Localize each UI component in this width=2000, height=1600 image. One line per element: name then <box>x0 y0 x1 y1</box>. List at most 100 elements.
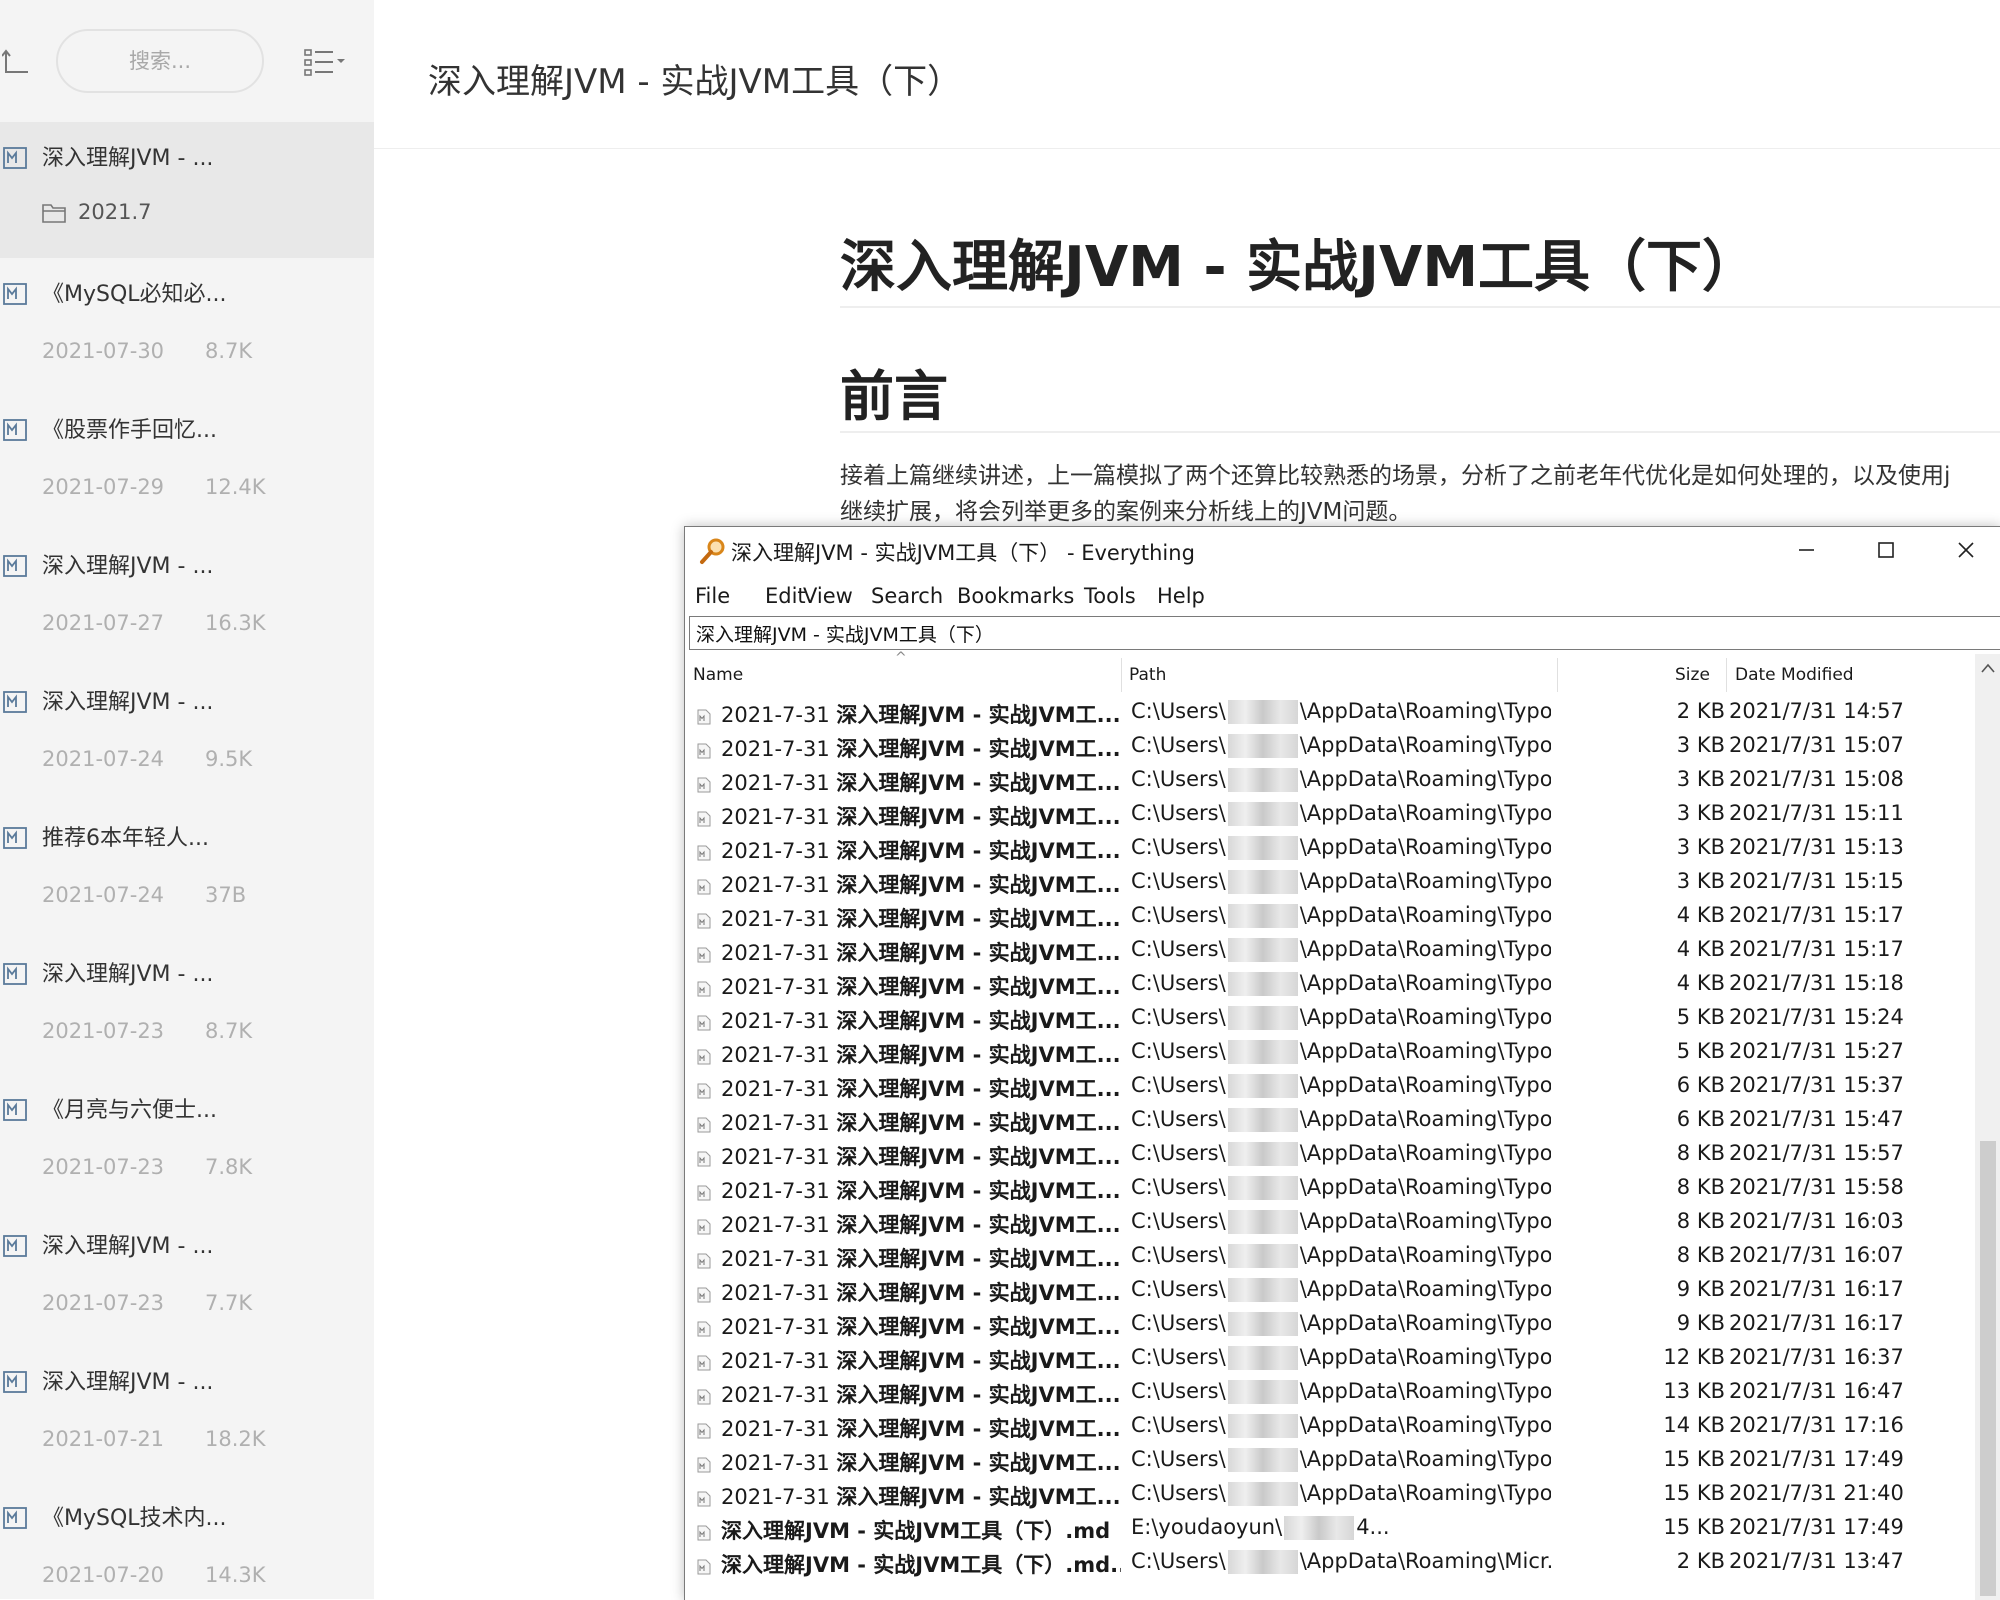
table-row[interactable]: 2021-7-31 深入理解JVM - 实战JVM工... C:\Users\ \A… <box>685 832 1975 866</box>
column-separator[interactable] <box>1726 658 1727 692</box>
go-up-icon[interactable] <box>1 46 30 76</box>
path-suffix: \AppData\Roaming\Typo... <box>1299 1073 1551 1097</box>
table-row[interactable]: 2021-7-31 深入理解JVM - 实战JVM工... C:\Users\ \A… <box>685 1172 1975 1206</box>
file-item[interactable]: 《月亮与六便士... 2021-07-23 7.8K <box>0 1074 374 1210</box>
table-row[interactable]: 2021-7-31 深入理解JVM - 实战JVM工... C:\Users\ \A… <box>685 1274 1975 1308</box>
path-suffix: \AppData\Roaming\Typo... <box>1299 733 1551 757</box>
scrollbar-thumb[interactable] <box>1980 1141 1996 1596</box>
table-row[interactable]: 2021-7-31 深入理解JVM - 实战JVM工... C:\Users\ \A… <box>685 1070 1975 1104</box>
file-item[interactable]: 深入理解JVM - ... 2021-07-27 16.3K <box>0 530 374 666</box>
path-suffix: \AppData\Roaming\Typo... <box>1299 1175 1551 1199</box>
name-match: 深入理解JVM - 实战JVM工... <box>836 1451 1121 1475</box>
table-row[interactable]: 2021-7-31 深入理解JVM - 实战JVM工... C:\Users\ \A… <box>685 1104 1975 1138</box>
menu-search[interactable]: Search <box>871 578 943 614</box>
column-path[interactable]: Path <box>1129 654 1166 696</box>
table-row[interactable]: 2021-7-31 深入理解JVM - 实战JVM工... C:\Users\ \A… <box>685 1036 1975 1070</box>
minimize-button[interactable] <box>1781 533 1831 567</box>
result-date: 2021/7/31 17:49 <box>1729 1515 1904 1539</box>
paragraph-line: 接着上篇继续讲述，上一篇模拟了两个还算比较熟悉的场景，分析了之前老年代优化是如何… <box>840 463 1951 489</box>
table-row[interactable]: 2021-7-31 深入理解JVM - 实战JVM工... C:\Users\ \A… <box>685 1240 1975 1274</box>
table-row[interactable]: 2021-7-31 深入理解JVM - 实战JVM工... C:\Users\ \A… <box>685 1342 1975 1376</box>
menu-help[interactable]: Help <box>1157 578 1205 614</box>
table-row[interactable]: 2021-7-31 深入理解JVM - 实战JVM工... C:\Users\ \A… <box>685 730 1975 764</box>
scroll-up-icon[interactable] <box>1975 654 2000 684</box>
table-row[interactable]: 2021-7-31 深入理解JVM - 实战JVM工... C:\Users\ \A… <box>685 968 1975 1002</box>
table-row[interactable]: 2021-7-31 深入理解JVM - 实战JVM工... C:\Users\ \A… <box>685 866 1975 900</box>
name-match: 深入理解JVM - 实战JVM工... <box>836 1247 1121 1271</box>
table-row[interactable]: 2021-7-31 深入理解JVM - 实战JVM工... C:\Users\ \A… <box>685 696 1975 730</box>
redacted-block <box>1227 972 1298 996</box>
menu-file[interactable]: File <box>695 578 730 614</box>
maximize-button[interactable] <box>1861 533 1911 567</box>
file-item[interactable]: 深入理解JVM - ... 2021-07-24 9.5K <box>0 666 374 802</box>
file-title: 《月亮与六便士... <box>42 1098 217 1123</box>
markdown-file-icon <box>3 418 27 442</box>
name-prefix: 2021-7-31 <box>721 975 837 999</box>
redacted-block <box>1227 1108 1298 1132</box>
table-row[interactable]: 2021-7-31 深入理解JVM - 实战JVM工... C:\Users\ \A… <box>685 1444 1975 1478</box>
path-suffix: \AppData\Roaming\Typo... <box>1299 835 1551 859</box>
path-suffix: \AppData\Roaming\Typo... <box>1299 1243 1551 1267</box>
path-prefix: C:\Users\ <box>1131 1447 1226 1471</box>
result-size: 4 KB <box>1676 903 1725 927</box>
name-match: 深入理解JVM - 实战JVM工... <box>836 1111 1121 1135</box>
document-heading-2[interactable]: 前言 <box>840 352 948 431</box>
result-size: 2 KB <box>1676 1549 1725 1573</box>
path-suffix: 4... <box>1356 1515 1390 1539</box>
table-row[interactable]: 2021-7-31 深入理解JVM - 实战JVM工... C:\Users\ \A… <box>685 1206 1975 1240</box>
column-separator[interactable] <box>1557 658 1558 692</box>
table-row[interactable]: 2021-7-31 深入理解JVM - 实战JVM工... C:\Users\ \A… <box>685 764 1975 798</box>
menu-tools[interactable]: Tools <box>1084 578 1136 614</box>
column-separator[interactable] <box>1121 658 1122 692</box>
path-suffix: \AppData\Roaming\Typo... <box>1299 1413 1551 1437</box>
sort-ascending-icon: ^ <box>895 650 907 666</box>
table-row[interactable]: 深入理解JVM - 实战JVM工具（下）.md.... C:\Users\ \App… <box>685 1546 1975 1580</box>
name-prefix: 2021-7-31 <box>721 703 837 727</box>
list-view-icon[interactable] <box>303 46 347 78</box>
close-button[interactable] <box>1941 533 1991 567</box>
search-input[interactable] <box>56 29 264 93</box>
result-date: 2021/7/31 21:40 <box>1729 1481 1904 1505</box>
name-prefix: 2021-7-31 <box>721 1383 837 1407</box>
table-row[interactable]: 2021-7-31 深入理解JVM - 实战JVM工... C:\Users\ \A… <box>685 1002 1975 1036</box>
menu-edit[interactable]: Edit <box>765 578 806 614</box>
redacted-block <box>1227 1312 1298 1336</box>
file-item[interactable]: 深入理解JVM - ... 2021-07-23 7.7K <box>0 1210 374 1346</box>
vertical-scrollbar[interactable] <box>1975 654 2000 1600</box>
table-row[interactable]: 2021-7-31 深入理解JVM - 实战JVM工... C:\Users\ \A… <box>685 934 1975 968</box>
path-suffix: \AppData\Roaming\Typo... <box>1299 1379 1551 1403</box>
result-path: C:\Users\ \AppData\Roaming\Typo... <box>1131 903 1551 928</box>
table-row[interactable]: 2021-7-31 深入理解JVM - 实战JVM工... C:\Users\ \A… <box>685 1138 1975 1172</box>
result-path: C:\Users\ \AppData\Roaming\Typo... <box>1131 801 1551 826</box>
table-row[interactable]: 2021-7-31 深入理解JVM - 实战JVM工... C:\Users\ \A… <box>685 1376 1975 1410</box>
search-input[interactable] <box>689 616 2000 650</box>
file-item[interactable]: 《MySQL必知必... 2021-07-30 8.7K <box>0 258 374 394</box>
menu-view[interactable]: View <box>803 578 853 614</box>
file-item[interactable]: 《MySQL技术内... 2021-07-20 14.3K <box>0 1482 374 1599</box>
file-item[interactable]: 《股票作手回忆... 2021-07-29 12.4K <box>0 394 374 530</box>
table-row[interactable]: 2021-7-31 深入理解JVM - 实战JVM工... C:\Users\ \A… <box>685 1308 1975 1342</box>
file-size: 12.4K <box>205 475 266 499</box>
result-name: 2021-7-31 深入理解JVM - 实战JVM工... <box>721 903 1121 933</box>
column-date-modified[interactable]: Date Modified <box>1735 654 1854 696</box>
path-suffix: \AppData\Roaming\Typo... <box>1299 971 1551 995</box>
table-row[interactable]: 2021-7-31 深入理解JVM - 实战JVM工... C:\Users\ \A… <box>685 1478 1975 1512</box>
file-item[interactable]: 推荐6本年轻人... 2021-07-24 37B <box>0 802 374 938</box>
table-row[interactable]: 2021-7-31 深入理解JVM - 实战JVM工... C:\Users\ \A… <box>685 798 1975 832</box>
document-paragraph[interactable]: 接着上篇继续讲述，上一篇模拟了两个还算比较熟悉的场景，分析了之前老年代优化是如何… <box>840 458 2000 530</box>
result-name: 2021-7-31 深入理解JVM - 实战JVM工... <box>721 937 1121 967</box>
table-row[interactable]: 2021-7-31 深入理解JVM - 实战JVM工... C:\Users\ \A… <box>685 1410 1975 1444</box>
document-heading-1[interactable]: 深入理解JVM - 实战JVM工具（下） <box>840 222 1758 303</box>
menu-bookmarks[interactable]: Bookmarks <box>957 578 1074 614</box>
title-bar[interactable]: 深入理解JVM - 实战JVM工具（下） - Everything <box>685 527 2000 573</box>
column-size[interactable]: Size <box>1675 654 1710 696</box>
table-row[interactable]: 2021-7-31 深入理解JVM - 实战JVM工... C:\Users\ \A… <box>685 900 1975 934</box>
table-row[interactable]: 深入理解JVM - 实战JVM工具（下）.md E:\youdaoyun\ 4...… <box>685 1512 1975 1546</box>
file-item[interactable]: 深入理解JVM - ... 2021-07-21 18.2K <box>0 1346 374 1482</box>
column-name[interactable]: Name <box>693 654 743 696</box>
result-path: C:\Users\ \AppData\Roaming\Typo... <box>1131 835 1551 860</box>
result-size: 3 KB <box>1676 767 1725 791</box>
file-item[interactable]: 深入理解JVM - ... 2021.7 <box>0 122 374 258</box>
file-item[interactable]: 深入理解JVM - ... 2021-07-23 8.7K <box>0 938 374 1074</box>
name-prefix: 2021-7-31 <box>721 737 837 761</box>
